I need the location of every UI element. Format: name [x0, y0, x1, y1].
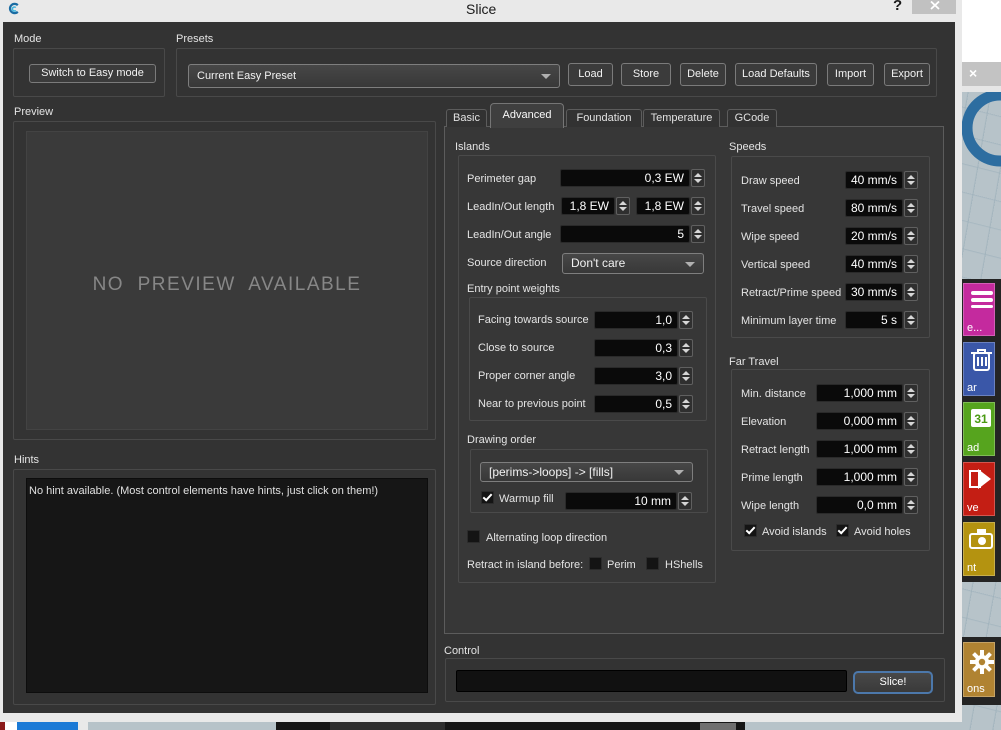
svg-text:31: 31 — [974, 412, 988, 426]
